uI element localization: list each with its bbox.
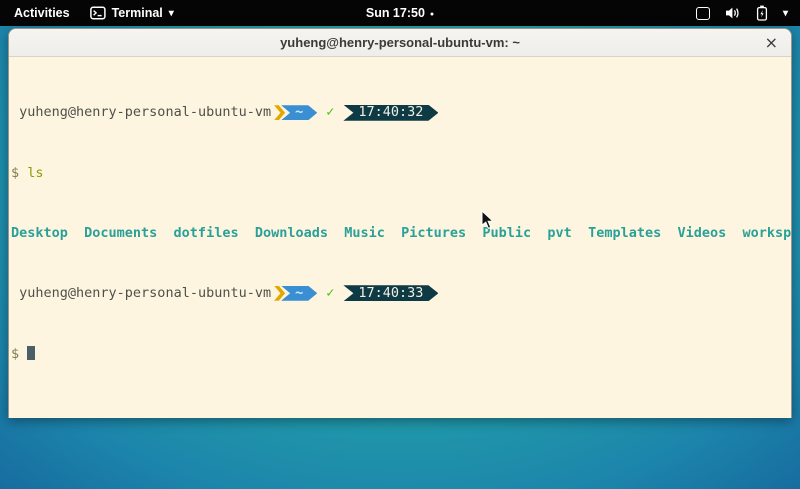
prompt-line: yuheng@henry-personal-ubuntu-vm ~ ✓ 17:40:3… [11, 105, 789, 121]
prompt-symbol: $ [11, 346, 19, 362]
terminal-window: yuheng@henry-personal-ubuntu-vm: ~ × yuh… [8, 28, 792, 418]
powerline-separator-icon [274, 105, 285, 120]
close-button[interactable]: × [765, 35, 778, 51]
title-bar[interactable]: yuheng@henry-personal-ubuntu-vm: ~ × [9, 29, 791, 57]
top-bar-left: Activities Terminal ▾ [0, 6, 174, 20]
clock-button[interactable]: Sun 17:50 ● [366, 6, 434, 20]
battery-charging-icon [756, 5, 768, 21]
powerline-cwd-segment: ~ [281, 105, 317, 120]
prompt-symbol: $ [11, 165, 19, 181]
terminal-screen[interactable]: yuheng@henry-personal-ubuntu-vm ~ ✓ 17:40:3… [9, 57, 791, 421]
powerline-time-segment: 17:40:32 [343, 105, 438, 121]
notification-dot-icon: ● [430, 11, 434, 18]
window-title: yuheng@henry-personal-ubuntu-vm: ~ [280, 35, 520, 50]
activities-label: Activities [14, 6, 70, 20]
app-menu-label: Terminal [112, 6, 163, 20]
volume-icon [725, 6, 741, 20]
prompt-user-host: yuheng@henry-personal-ubuntu-vm [19, 286, 271, 301]
chevron-down-icon: ▾ [169, 8, 174, 19]
powerline-cwd-segment: ~ [281, 286, 317, 301]
prompt-line: yuheng@henry-personal-ubuntu-vm ~ ✓ 17:40:3… [11, 286, 789, 302]
input-line[interactable]: $ [11, 346, 789, 361]
app-menu-terminal[interactable]: Terminal ▾ [90, 6, 174, 20]
system-status-area[interactable]: ▾ [696, 5, 800, 21]
powerline-time-segment: 17:40:33 [343, 285, 438, 301]
prompt-user-host: yuheng@henry-personal-ubuntu-vm [19, 105, 271, 120]
clock-label: Sun 17:50 [366, 6, 425, 20]
status-check-icon: ✓ [326, 286, 334, 301]
directory-listing: Desktop Documents dotfiles Downloads Mus… [11, 226, 789, 241]
cwd-label: ~ [295, 286, 303, 301]
typed-command: ls [27, 165, 43, 181]
display-icon [696, 7, 710, 20]
command-line: $ ls [11, 166, 789, 181]
status-check-icon: ✓ [326, 105, 334, 120]
activities-button[interactable]: Activities [14, 6, 70, 20]
text-cursor [27, 346, 35, 360]
powerline-separator-icon [274, 286, 285, 301]
prompt-timestamp: 17:40:32 [358, 105, 423, 120]
terminal-icon [90, 6, 106, 20]
cwd-label: ~ [295, 105, 303, 120]
prompt-timestamp: 17:40:33 [358, 286, 423, 301]
chevron-down-icon: ▾ [783, 8, 788, 19]
top-bar: Activities Terminal ▾ Sun 17:50 ● [0, 0, 800, 26]
